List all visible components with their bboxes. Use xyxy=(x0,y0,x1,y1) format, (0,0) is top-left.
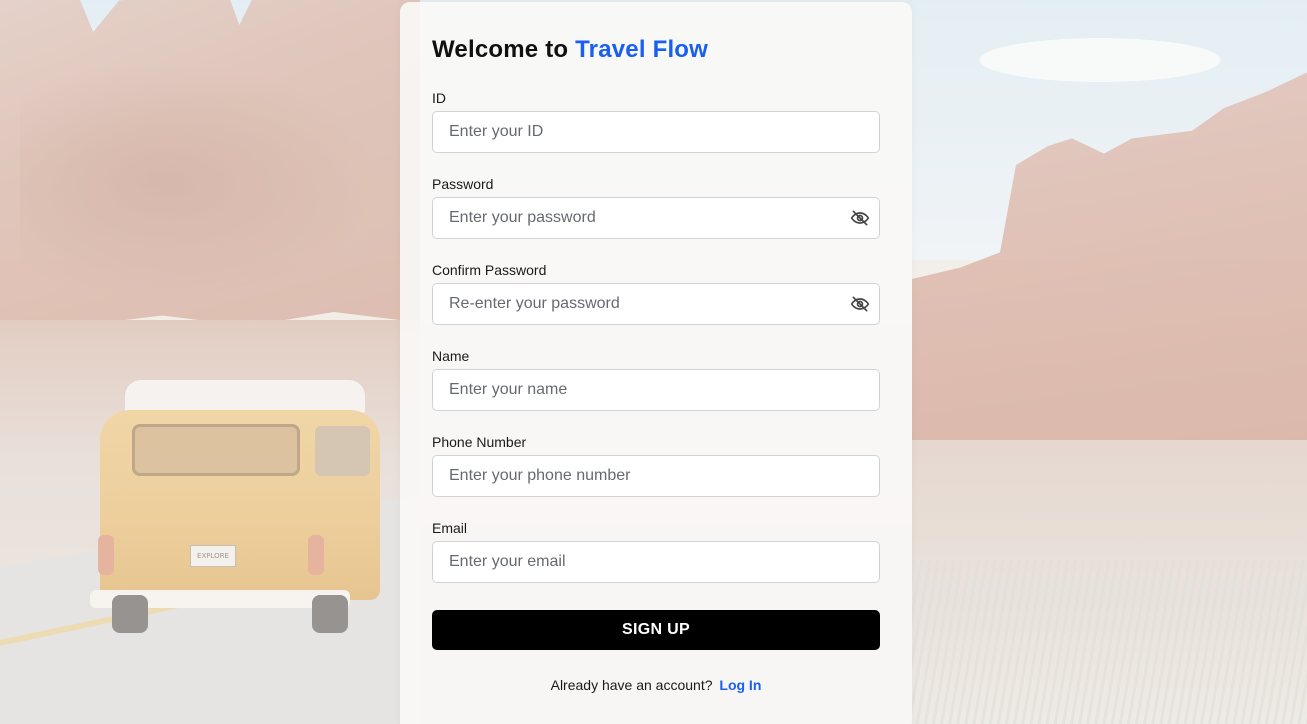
confirm-password-input[interactable] xyxy=(432,283,880,325)
phone-field-group: Phone Number xyxy=(432,434,880,497)
name-input-wrap xyxy=(432,369,880,411)
eye-slash-icon[interactable] xyxy=(850,294,870,314)
confirm-password-label: Confirm Password xyxy=(432,262,547,278)
brand-name: Travel Flow xyxy=(575,36,709,63)
id-label: ID xyxy=(432,90,446,106)
email-input[interactable] xyxy=(432,541,880,583)
password-field-group: Password xyxy=(432,176,880,239)
password-input-wrap xyxy=(432,197,880,239)
eye-slash-icon[interactable] xyxy=(850,208,870,228)
phone-input[interactable] xyxy=(432,455,880,497)
login-prompt-text: Already have an account? xyxy=(550,677,713,693)
page-title: Welcome to Travel Flow xyxy=(432,36,708,64)
confirm-password-field-group: Confirm Password xyxy=(432,262,880,325)
name-input[interactable] xyxy=(432,369,880,411)
password-label: Password xyxy=(432,176,494,192)
id-field-group: ID xyxy=(432,90,880,153)
sign-up-button[interactable]: SIGN UP xyxy=(432,610,880,650)
name-label: Name xyxy=(432,348,470,364)
background-scene: EXPLORE Welcome to Travel Flow ID Passwo… xyxy=(0,0,1307,724)
title-prefix: Welcome to xyxy=(432,36,569,63)
login-prompt: Already have an account? Log In xyxy=(432,677,880,693)
email-field-group: Email xyxy=(432,520,880,583)
name-field-group: Name xyxy=(432,348,880,411)
signup-card: Welcome to Travel Flow ID Password xyxy=(400,2,912,724)
id-input-wrap xyxy=(432,111,880,153)
email-label: Email xyxy=(432,520,468,536)
email-input-wrap xyxy=(432,541,880,583)
login-link[interactable]: Log In xyxy=(719,677,761,693)
id-input[interactable] xyxy=(432,111,880,153)
phone-label: Phone Number xyxy=(432,434,527,450)
confirm-password-input-wrap xyxy=(432,283,880,325)
password-input[interactable] xyxy=(432,197,880,239)
phone-input-wrap xyxy=(432,455,880,497)
